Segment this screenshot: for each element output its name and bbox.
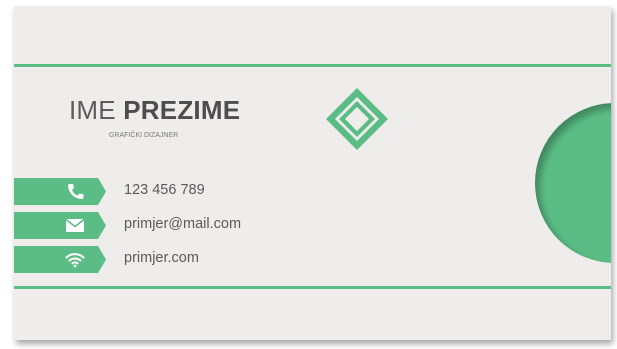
wifi-icon bbox=[65, 253, 85, 268]
contact-row-email: primjer@mail.com bbox=[14, 212, 314, 239]
contact-tab bbox=[14, 178, 106, 205]
contact-row-phone: 123 456 789 bbox=[14, 178, 314, 205]
full-name: IME PREZIME bbox=[69, 95, 240, 126]
decorative-circle bbox=[535, 103, 611, 263]
top-divider-line bbox=[14, 64, 611, 67]
diamond-logo-icon bbox=[326, 88, 388, 150]
mail-icon bbox=[65, 218, 85, 232]
contact-tab bbox=[14, 212, 106, 239]
bottom-divider-line bbox=[14, 286, 611, 289]
contact-tab bbox=[14, 246, 106, 273]
email-text: primjer@mail.com bbox=[124, 216, 242, 232]
last-name: PREZIME bbox=[123, 95, 241, 125]
first-name: IME bbox=[69, 95, 116, 125]
business-card: IME PREZIME GRAFIČKI DIZAJNER 123 456 78… bbox=[14, 6, 611, 340]
job-title: GRAFIČKI DIZAJNER bbox=[109, 132, 179, 139]
phone-text: 123 456 789 bbox=[124, 182, 205, 198]
phone-icon bbox=[68, 184, 84, 199]
contact-row-website: primjer.com bbox=[14, 246, 314, 273]
website-text: primjer.com bbox=[124, 250, 199, 266]
